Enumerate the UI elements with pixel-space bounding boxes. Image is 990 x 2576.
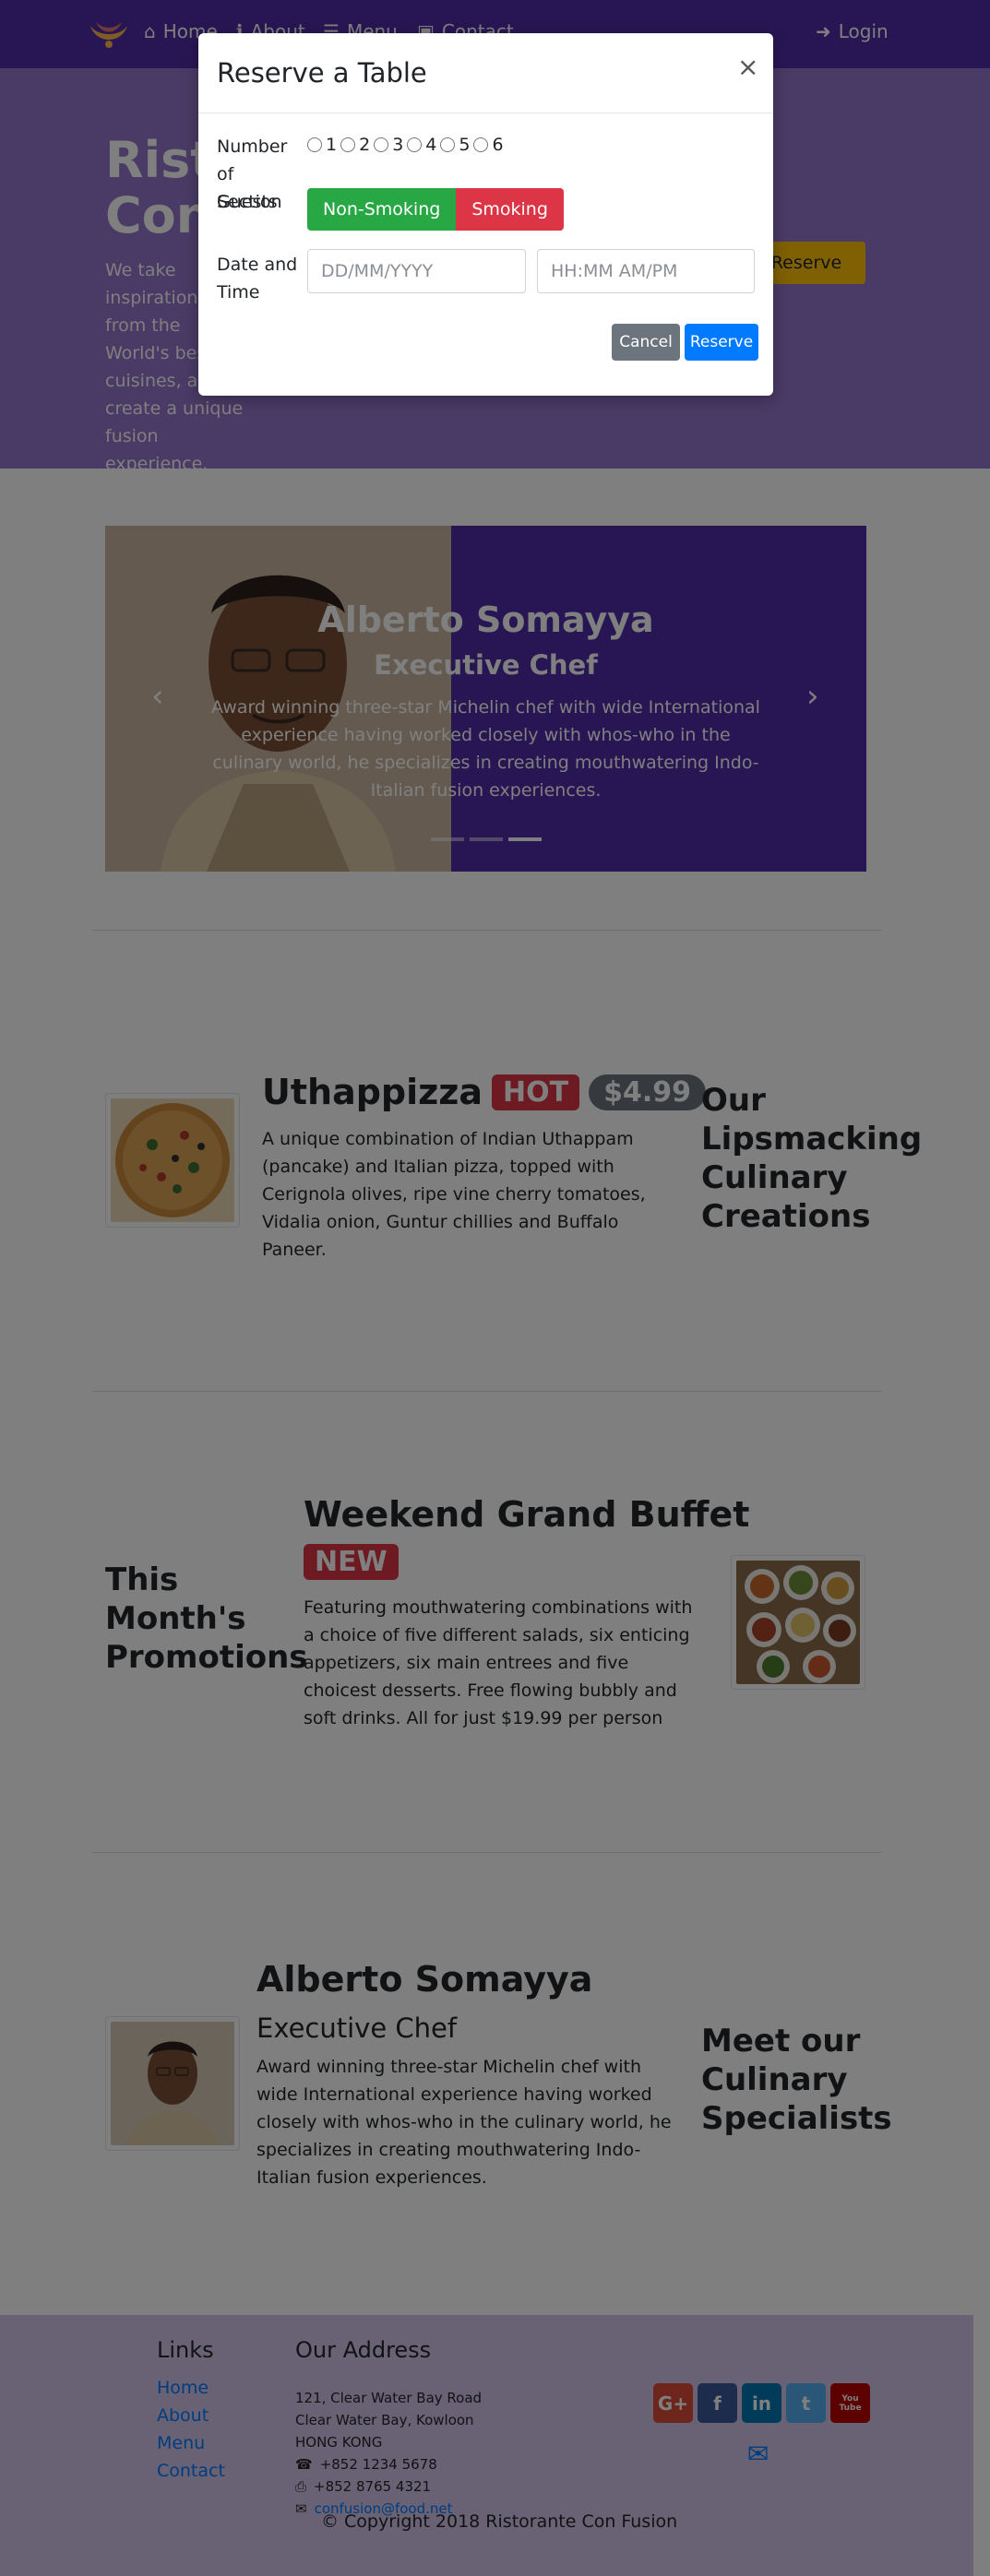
non-smoking-button[interactable]: Non-Smoking [307, 188, 457, 231]
section-label: Section [217, 192, 282, 212]
smoking-button[interactable]: Smoking [456, 188, 564, 231]
guest-option-5: 5 [459, 135, 471, 155]
guest-option-3: 3 [392, 135, 404, 155]
guest-option-6: 6 [492, 135, 504, 155]
modal-title: Reserve a Table [217, 57, 427, 89]
guest-radio-4[interactable] [407, 137, 423, 152]
cancel-button[interactable]: Cancel [612, 324, 680, 361]
guest-option-2: 2 [359, 135, 371, 155]
reserve-table-modal: Reserve a Table × Number of Guests 1 2 3… [198, 33, 773, 396]
guest-radio-5[interactable] [440, 137, 456, 152]
guest-option-1: 1 [326, 135, 338, 155]
guest-radio-2[interactable] [340, 137, 356, 152]
guest-radio-6[interactable] [473, 137, 489, 152]
modal-header: Reserve a Table × [198, 33, 773, 113]
guest-option-4: 4 [425, 135, 437, 155]
time-input[interactable]: HH:MM AM/PM [537, 249, 755, 293]
close-icon[interactable]: × [737, 52, 758, 82]
datetime-label: Date and Time [217, 255, 298, 303]
guest-radio-1[interactable] [307, 137, 322, 152]
date-input[interactable]: DD/MM/YYYY [307, 249, 526, 293]
section-toggle-group: Non-Smoking Smoking [307, 188, 564, 231]
guests-radio-group: 1 2 3 4 5 6 [307, 135, 504, 155]
guest-radio-3[interactable] [374, 137, 389, 152]
reserve-button[interactable]: Reserve [685, 324, 758, 361]
